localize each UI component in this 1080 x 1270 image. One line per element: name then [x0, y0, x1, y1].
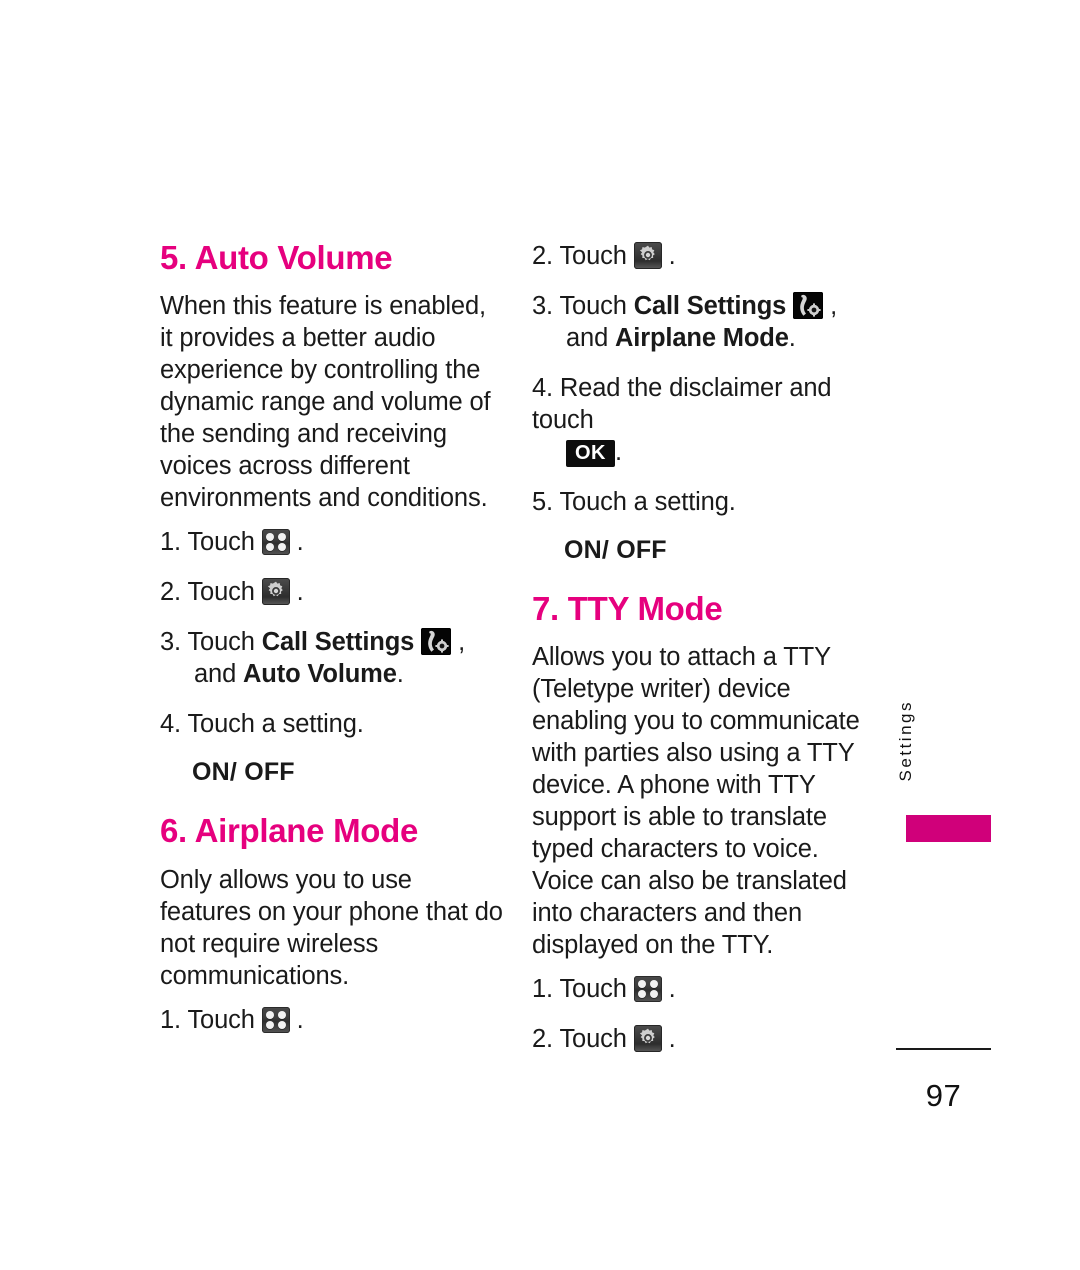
grid-menu-icon[interactable]: [261, 529, 290, 556]
step-number: 5.: [532, 488, 553, 516]
step-number: 4.: [532, 374, 553, 402]
cont-punctuation: .: [615, 438, 622, 466]
heading-auto-volume: 5. Auto Volume: [160, 239, 393, 276]
grid-menu-icon[interactable]: [633, 976, 662, 1003]
step-punctuation: .: [668, 975, 676, 1004]
step-punctuation: .: [296, 528, 304, 557]
cont-prefix: and: [194, 660, 244, 689]
step-continuation: OK.: [532, 436, 877, 468]
footer-divider: [896, 1048, 991, 1050]
step-auto-volume-1: 1. Touch .: [160, 526, 505, 558]
step-number: 4.: [160, 710, 181, 739]
manual-page: 5. Auto Volume When this feature is enab…: [0, 0, 1080, 1270]
step-punctuation: ,: [458, 628, 465, 657]
step-text: Touch: [559, 242, 627, 270]
step-airplane-mode-2: 2. Touch .: [532, 240, 877, 272]
step-airplane-mode-1: 1. Touch .: [160, 1004, 505, 1036]
step-punctuation: .: [668, 242, 676, 270]
body-tty-mode: Allows you to attach a TTY (Teletype wri…: [532, 643, 860, 960]
call-settings-phone-gear-icon[interactable]: [793, 292, 824, 319]
heading-airplane-mode: 6. Airplane Mode: [160, 812, 419, 850]
ok-button[interactable]: OK: [566, 440, 615, 467]
grid-menu-icon[interactable]: [261, 1006, 290, 1033]
side-tab-settings: Settings: [896, 700, 936, 820]
menu-label-call-settings: Call Settings: [633, 292, 787, 320]
step-auto-volume-4: 4. Touch a setting.: [160, 708, 505, 740]
step-punctuation: .: [668, 1025, 676, 1054]
step-text: Touch: [187, 528, 255, 557]
step-number: 2.: [532, 1025, 553, 1054]
body-airplane-mode: Only allows you to use features on your …: [160, 865, 503, 990]
side-tab-marker-bar: [906, 815, 991, 842]
left-column: 5. Auto Volume When this feature is enab…: [160, 239, 505, 1054]
page-number: 97: [925, 1078, 962, 1113]
cont-prefix: and: [566, 324, 616, 352]
step-punctuation: ,: [830, 292, 837, 320]
step-number: 3.: [160, 628, 181, 657]
step-text: Read the disclaimer and touch: [532, 374, 832, 434]
cont-punctuation: .: [788, 324, 796, 352]
step-airplane-mode-4: 4. Read the disclaimer and touch OK.: [532, 372, 877, 468]
step-continuation: and Airplane Mode.: [532, 322, 877, 354]
menu-label-auto-volume: Auto Volume: [243, 660, 397, 689]
settings-gear-icon[interactable]: [261, 578, 290, 606]
cont-punctuation: .: [396, 660, 404, 689]
call-settings-phone-gear-icon[interactable]: [421, 628, 452, 656]
step-number: 3.: [532, 292, 553, 320]
step-text: Touch: [559, 1025, 627, 1054]
step-number: 1.: [532, 975, 553, 1004]
step-tty-mode-2: 2. Touch .: [532, 1023, 877, 1055]
settings-gear-icon[interactable]: [633, 1025, 662, 1053]
side-tab-label: Settings: [896, 700, 915, 782]
step-number: 2.: [532, 242, 553, 270]
step-number: 2.: [160, 578, 181, 607]
body-auto-volume: When this feature is enabled, it provide…: [160, 292, 491, 513]
step-punctuation: .: [296, 578, 304, 607]
step-text: Touch: [559, 292, 627, 320]
heading-tty-mode: 7. TTY Mode: [532, 590, 723, 627]
step-airplane-mode-5: 5. Touch a setting.: [532, 486, 877, 518]
step-continuation: and Auto Volume.: [160, 658, 505, 690]
setting-values-auto-volume: ON/ OFF: [192, 758, 295, 787]
step-number: 1.: [160, 528, 181, 557]
step-auto-volume-2: 2. Touch .: [160, 576, 505, 608]
step-number: 1.: [160, 1005, 181, 1034]
step-tty-mode-1: 1. Touch .: [532, 973, 877, 1005]
step-text: Touch: [187, 578, 255, 607]
step-airplane-mode-3: 3. Touch Call Settings , and Airplane Mo…: [532, 290, 877, 354]
menu-label-call-settings: Call Settings: [261, 628, 415, 657]
step-text: Touch: [559, 975, 627, 1004]
settings-gear-icon[interactable]: [633, 242, 662, 269]
step-text: Touch a setting.: [559, 488, 736, 516]
right-column: 2. Touch . 3. Touch Call Settings , and …: [532, 240, 877, 1073]
menu-label-airplane-mode: Airplane Mode: [615, 324, 789, 352]
step-punctuation: .: [296, 1005, 304, 1034]
step-text: Touch: [187, 1005, 255, 1034]
setting-values-airplane-mode: ON/ OFF: [564, 536, 667, 564]
step-text: Touch: [187, 628, 255, 657]
step-auto-volume-3: 3. Touch Call Settings , and Auto Volume…: [160, 626, 505, 690]
step-text: Touch a setting.: [187, 710, 364, 739]
